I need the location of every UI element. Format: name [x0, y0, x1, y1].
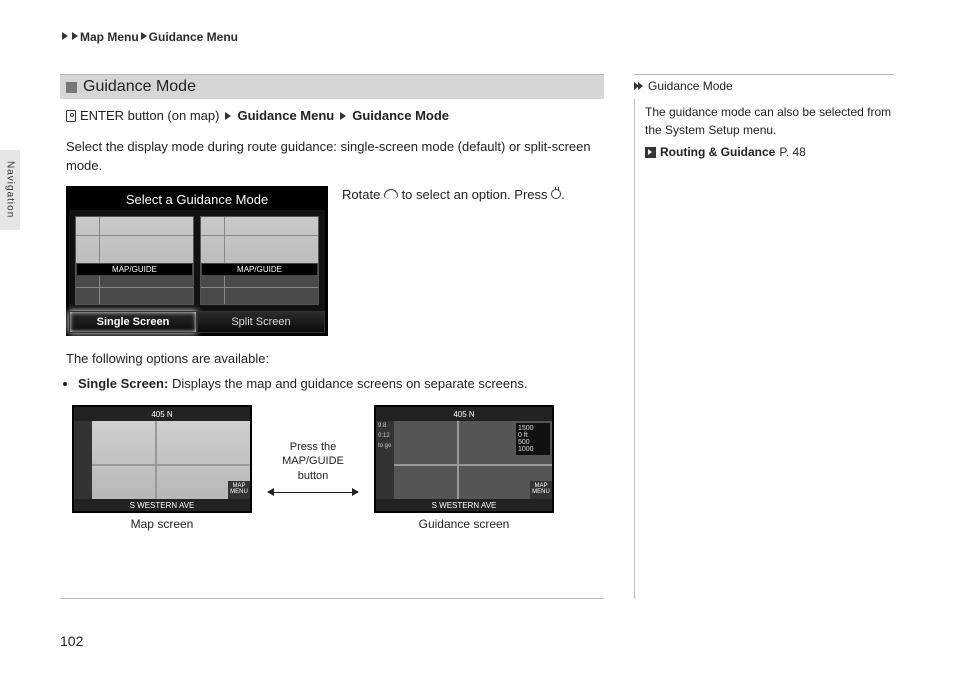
- arrow-text3: button: [268, 469, 358, 483]
- arrow-right-icon: [352, 488, 359, 496]
- option-text: Displays the map and guidance screens on…: [172, 376, 528, 391]
- triangle-icon: [141, 32, 147, 40]
- nav-path: ENTER button (on map) Guidance Menu Guid…: [60, 99, 604, 130]
- reference-icon: [645, 147, 656, 158]
- arrow-left-icon: [267, 488, 274, 496]
- btn-single-screen: Single Screen: [69, 311, 197, 333]
- side-tab-navigation: Navigation: [0, 150, 20, 230]
- map-screen-caption: Map screen: [72, 517, 252, 531]
- map-screen-shot: 405 N S WESTERN AVE MAP MENU: [72, 405, 252, 513]
- distance-panel: 1500 0 ft 500 1000: [516, 423, 550, 455]
- arrow-text1: Press the: [268, 440, 358, 454]
- side-note-heading: Guidance Mode: [634, 77, 894, 99]
- square-bullet-icon: [66, 82, 77, 93]
- page-number: 102: [60, 633, 83, 649]
- thumb-label: MAP/GUIDE: [76, 263, 193, 276]
- press-dial-icon: [551, 189, 561, 199]
- path-prefix: ENTER button (on map): [80, 107, 219, 126]
- thumb-single: MAP/GUIDE: [75, 216, 194, 305]
- side-tab-label: Navigation: [5, 161, 16, 218]
- triangle-icon: [62, 32, 68, 40]
- thumb-split: MAP/GUIDE: [200, 216, 319, 305]
- guidance-mode-screenshot: Select a Guidance Mode MAP/GUIDE MAP/GUI…: [66, 186, 328, 336]
- map-screen-block: 405 N S WESTERN AVE MAP MENU Map screen: [72, 405, 252, 531]
- triangle-icon: [340, 112, 346, 120]
- side-note-text: The guidance mode can also be selected f…: [645, 103, 894, 139]
- rotate-instruction: Rotate to select an option. Press .: [342, 186, 598, 204]
- double-chevron-icon: [634, 81, 644, 91]
- guidance-screen-block: 405 N 9.8 0:12 to go 1500 0 ft 500 1000: [374, 405, 554, 531]
- breadcrumb-part2: Guidance Menu: [149, 30, 238, 44]
- breadcrumb-part1: Map Menu: [80, 30, 139, 44]
- arrow-text2: MAP/GUIDE: [268, 454, 358, 468]
- side-note-column: Guidance Mode The guidance mode can also…: [634, 74, 894, 599]
- section-header: Guidance Mode: [60, 75, 604, 99]
- road-label: 405 N: [151, 410, 172, 419]
- thumb-label: MAP/GUIDE: [201, 263, 318, 276]
- map-menu-corner: MAP MENU: [530, 481, 552, 499]
- btn-split-screen: Split Screen: [197, 311, 325, 333]
- rotate-dial-icon: [384, 189, 398, 199]
- intro-text: Select the display mode during route gui…: [60, 130, 604, 180]
- section-title: Guidance Mode: [83, 78, 196, 96]
- south-road-label: S WESTERN AVE: [130, 501, 195, 510]
- path-step2: Guidance Mode: [352, 107, 449, 126]
- screenshot-title: Select a Guidance Mode: [69, 189, 325, 210]
- road-label: 405 N: [453, 410, 474, 419]
- map-menu-corner: MAP MENU: [228, 481, 250, 499]
- south-road-label: S WESTERN AVE: [432, 501, 497, 510]
- guidance-screen-caption: Guidance screen: [374, 517, 554, 531]
- reference-link: Routing & Guidance P. 48: [645, 143, 894, 161]
- breadcrumb: Map Menu Guidance Menu: [60, 30, 894, 44]
- toggle-arrow: Press the MAP/GUIDE button: [268, 440, 358, 497]
- option-label: Single Screen:: [78, 376, 168, 391]
- guidance-screen-shot: 405 N 9.8 0:12 to go 1500 0 ft 500 1000: [374, 405, 554, 513]
- enter-button-icon: [66, 110, 76, 122]
- triangle-icon: [72, 32, 78, 40]
- reference-page: P. 48: [779, 143, 805, 161]
- option-single-screen: Single Screen: Displays the map and guid…: [78, 376, 598, 391]
- triangle-icon: [225, 112, 231, 120]
- reference-label: Routing & Guidance: [660, 143, 775, 161]
- main-column: Guidance Mode ENTER button (on map) Guid…: [60, 74, 604, 599]
- path-step1: Guidance Menu: [237, 107, 334, 126]
- options-intro: The following options are available:: [60, 342, 604, 373]
